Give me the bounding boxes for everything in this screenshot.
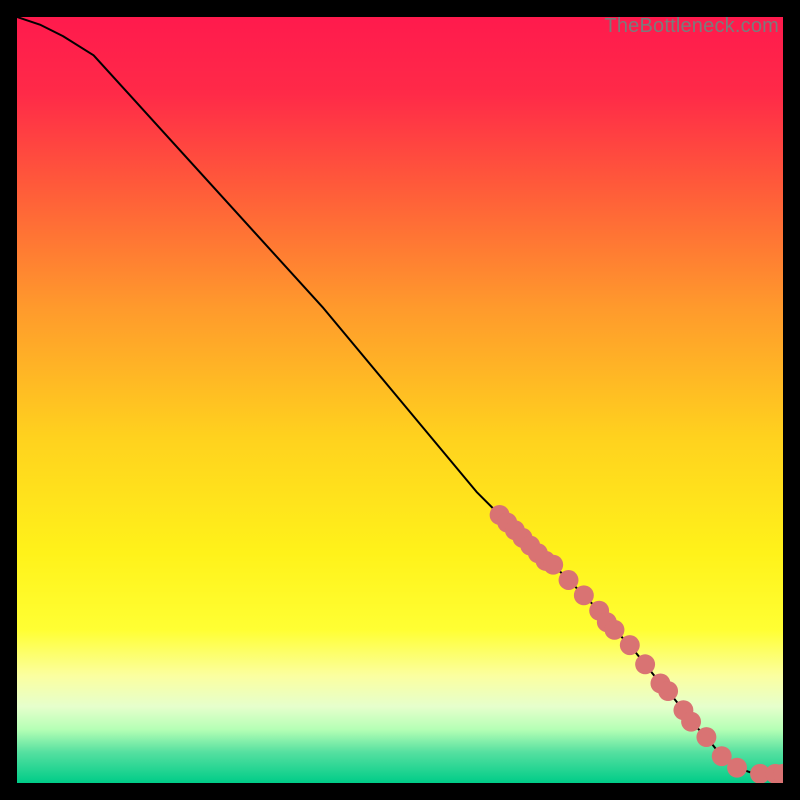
chart-plot: [17, 17, 783, 783]
data-marker: [696, 727, 716, 747]
data-marker: [574, 585, 594, 605]
data-markers: [490, 505, 783, 783]
data-marker: [635, 654, 655, 674]
data-marker: [605, 620, 625, 640]
data-marker: [681, 712, 701, 732]
data-marker: [543, 555, 563, 575]
curve-line: [17, 17, 783, 774]
data-marker: [658, 681, 678, 701]
chart-frame: TheBottleneck.com: [17, 17, 783, 783]
data-marker: [620, 635, 640, 655]
data-marker: [727, 758, 747, 778]
watermark-label: TheBottleneck.com: [604, 15, 779, 38]
data-marker: [559, 570, 579, 590]
